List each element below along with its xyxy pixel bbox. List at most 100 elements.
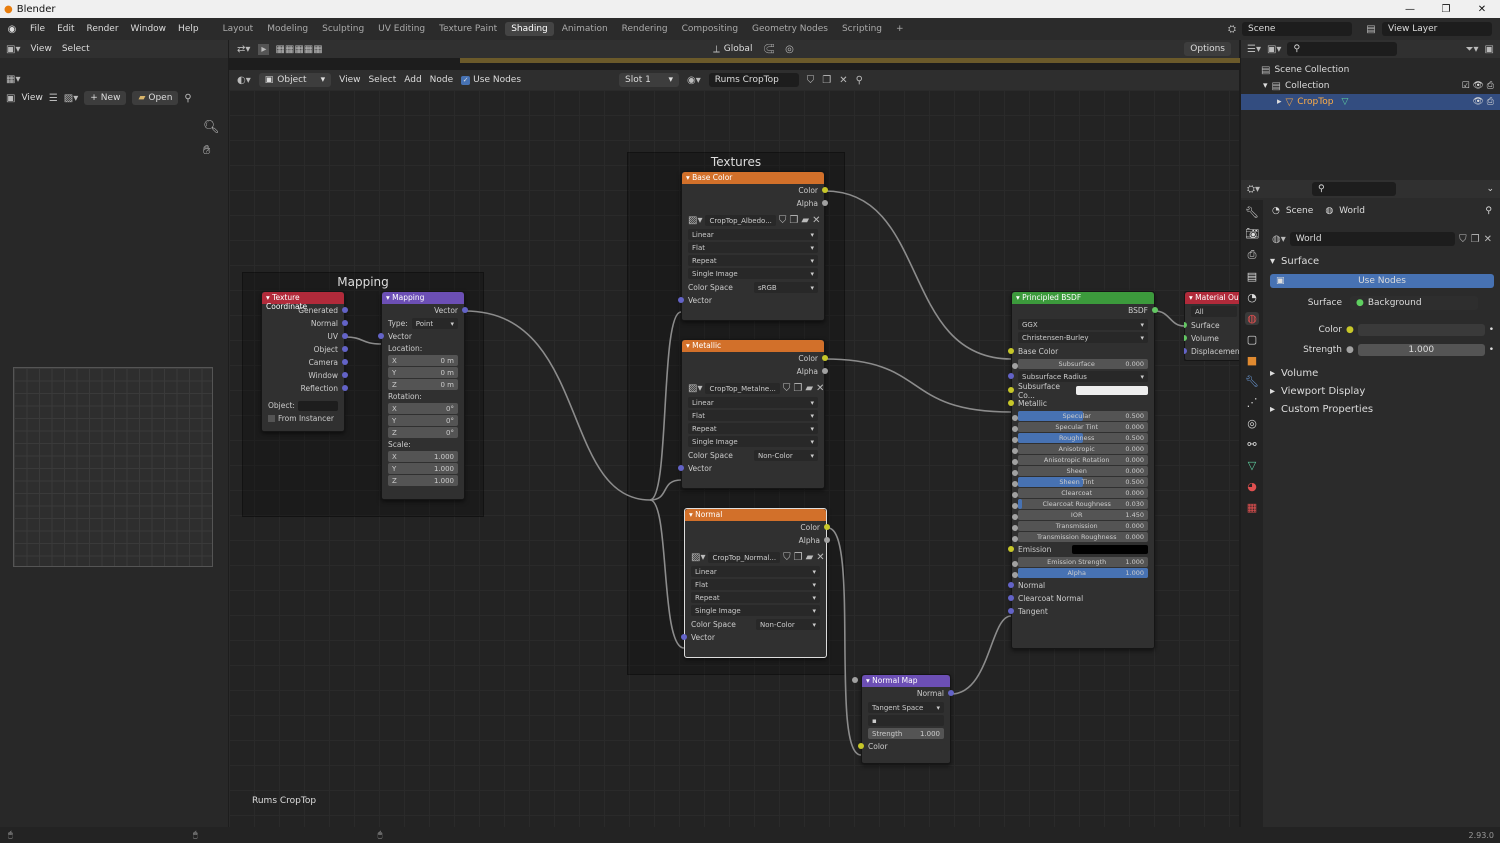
socket[interactable] (342, 346, 348, 352)
visibility-icons[interactable]: 👁︎ ⎙ (1473, 97, 1495, 107)
socket[interactable] (1152, 307, 1158, 313)
socket[interactable] (1012, 536, 1018, 542)
world-tab-icon[interactable]: ◍ (1245, 312, 1259, 325)
rotation-x[interactable]: X 0° (388, 403, 458, 414)
uv-map-field[interactable]: ▪ (868, 715, 944, 726)
socket[interactable] (1008, 608, 1014, 614)
unlink-icon[interactable]: ✕ (816, 552, 824, 563)
socket[interactable] (822, 187, 828, 193)
location-z[interactable]: Z 0 m (388, 379, 458, 390)
image-name-field[interactable]: CropTop_Metalne... (705, 383, 780, 394)
scene-tab-icon[interactable]: ◔ (1247, 291, 1257, 304)
socket[interactable] (1012, 561, 1018, 567)
visibility-icons[interactable]: ☑ 👁︎ ⎙ (1462, 81, 1494, 91)
image-browse-icon[interactable]: ▨▾ (691, 552, 705, 563)
bsdf-input-clearcoat[interactable]: Clearcoat 0.000 (1012, 488, 1148, 498)
scale-y[interactable]: Y 1.000 (388, 463, 458, 474)
strength-field[interactable]: 1.000 (1357, 344, 1485, 356)
texture-coordinate-header[interactable]: ▾ Texture Coordinate (262, 292, 344, 311)
duplicate-icon[interactable]: ❐ (793, 383, 802, 394)
bsdf-input-subsurface[interactable]: Subsurface 0.000 (1012, 359, 1148, 369)
image-browse-icon[interactable]: ▨▾ (688, 215, 702, 226)
surface-shader-dropdown[interactable]: ● Background (1350, 296, 1478, 310)
modifier-tab-icon[interactable]: 🔧︎ (1245, 375, 1259, 388)
image-name-field[interactable]: CropTop_Normal... (708, 552, 781, 563)
world-name-field[interactable]: World (1289, 232, 1456, 246)
color-space-dropdown[interactable]: Non-Color ▾ (756, 619, 820, 630)
source-dropdown[interactable]: Single Image ▾ (688, 268, 818, 279)
socket[interactable] (342, 359, 348, 365)
location-x[interactable]: X 0 m (388, 355, 458, 366)
viewport-display-panel-header[interactable]: ▸ Viewport Display (1264, 382, 1500, 400)
rotation-z[interactable]: Z 0° (388, 427, 458, 438)
image-name-field[interactable]: CropTop_Albedo... (705, 215, 776, 226)
material-output-header[interactable]: ▾ Material Outp (1185, 292, 1239, 304)
texture-coordinate-node[interactable]: ▾ Texture Coordinate Generated Normal UV… (261, 291, 348, 432)
socket[interactable] (1008, 546, 1014, 552)
socket[interactable] (948, 690, 954, 696)
custom-properties-panel-header[interactable]: ▸ Custom Properties (1264, 400, 1500, 418)
outliner-row-scene-collection[interactable]: ▤ Scene Collection (1241, 62, 1500, 78)
tool-tab-icon[interactable]: 🔧︎ (1245, 206, 1259, 219)
pin-icon[interactable]: ⚲ (1485, 206, 1492, 216)
socket[interactable] (1184, 322, 1187, 328)
socket[interactable] (342, 333, 348, 339)
socket[interactable] (1012, 514, 1018, 520)
extension-dropdown[interactable]: Repeat ▾ (688, 423, 818, 434)
normal-header[interactable]: ▾ Normal (685, 509, 826, 521)
extension-dropdown[interactable]: Repeat ▾ (688, 255, 818, 266)
location-y[interactable]: Y 0 m (388, 367, 458, 378)
base-color-texture-node[interactable]: ▾ Base Color Color Alpha ▨▾ CropTop_Albed… (678, 171, 828, 321)
bsdf-input-anisotropic[interactable]: Anisotropic 0.000 (1012, 444, 1148, 454)
bsdf-input-emission-strength[interactable]: Emission Strength 1.000 (1012, 557, 1148, 567)
bsdf-header[interactable]: ▾ Principled BSDF (1012, 292, 1154, 304)
bsdf-input-anisotropic-rotation[interactable]: Anisotropic Rotation 0.000 (1012, 455, 1148, 465)
bsdf-input-specular[interactable]: Specular 0.500 (1012, 411, 1148, 421)
distribution-dropdown[interactable]: GGX ▾ (1018, 319, 1148, 330)
bsdf-input-subsurface-radius[interactable]: Subsurface Radius ▾ (1008, 371, 1148, 382)
open-folder-icon[interactable]: ▰ (801, 215, 809, 226)
fake-user-icon[interactable]: ⛉ (783, 552, 791, 563)
material-tab-icon[interactable]: ◕ (1247, 480, 1257, 493)
socket[interactable] (822, 200, 828, 206)
socket[interactable] (1008, 373, 1014, 379)
subsurface-method-dropdown[interactable]: Christensen-Burley ▾ (1018, 332, 1148, 343)
socket[interactable] (1008, 387, 1014, 393)
color-space-dropdown[interactable]: sRGB ▾ (754, 282, 818, 293)
bsdf-input-sheen[interactable]: Sheen 0.000 (1012, 466, 1148, 476)
keyframe-dot-icon[interactable]: • (1489, 345, 1494, 355)
outliner-row-croptop[interactable]: ▸ ▽ CropTop ▽ 👁︎ ⎙ (1241, 94, 1500, 110)
new-collection-icon[interactable]: ▣ (1485, 44, 1494, 55)
duplicate-icon[interactable]: ❐ (789, 215, 798, 226)
object-field[interactable] (297, 400, 338, 411)
object-tab-icon[interactable]: ■ (1247, 354, 1257, 367)
fake-user-icon[interactable]: ⛉ (1459, 234, 1467, 245)
socket[interactable] (1012, 525, 1018, 531)
unlink-icon[interactable]: ✕ (1484, 234, 1492, 245)
socket[interactable] (462, 307, 468, 313)
interpolation-dropdown[interactable]: Linear ▾ (688, 397, 818, 408)
source-dropdown[interactable]: Single Image ▾ (688, 436, 818, 447)
socket[interactable] (678, 297, 684, 303)
world-color-swatch[interactable] (1357, 324, 1485, 336)
unlink-icon[interactable]: ✕ (812, 215, 820, 226)
socket[interactable] (1184, 335, 1187, 341)
bsdf-input-roughness[interactable]: Roughness 0.500 (1012, 433, 1148, 443)
strength-field[interactable]: Strength 1.000 (852, 677, 944, 739)
constraints-tab-icon[interactable]: ⚯ (1247, 438, 1256, 451)
mapping-header[interactable]: ▾ Mapping (382, 292, 464, 304)
bsdf-input-clearcoat-roughness[interactable]: Clearcoat Roughness 0.030 (1012, 499, 1148, 509)
data-tab-icon[interactable]: ▽ (1248, 459, 1256, 472)
principled-bsdf-node[interactable]: ▾ Principled BSDF BSDF GGX ▾ Christensen-… (1008, 291, 1158, 649)
render-tab-icon[interactable]: 📷︎ (1245, 227, 1259, 240)
socket[interactable] (1012, 448, 1018, 454)
socket[interactable] (1184, 348, 1187, 354)
bsdf-input-specular-tint[interactable]: Specular Tint 0.000 (1012, 422, 1148, 432)
duplicate-icon[interactable]: ❐ (1471, 234, 1480, 245)
socket[interactable] (1012, 459, 1018, 465)
socket[interactable] (1012, 426, 1018, 432)
socket[interactable] (342, 372, 348, 378)
world-browse-icon[interactable]: ◍▾ (1272, 234, 1286, 245)
color-swatch[interactable] (1072, 545, 1148, 554)
metallic-texture-node[interactable]: ▾ Metallic Color Alpha ▨▾ CropTop_Metalne… (678, 339, 828, 489)
